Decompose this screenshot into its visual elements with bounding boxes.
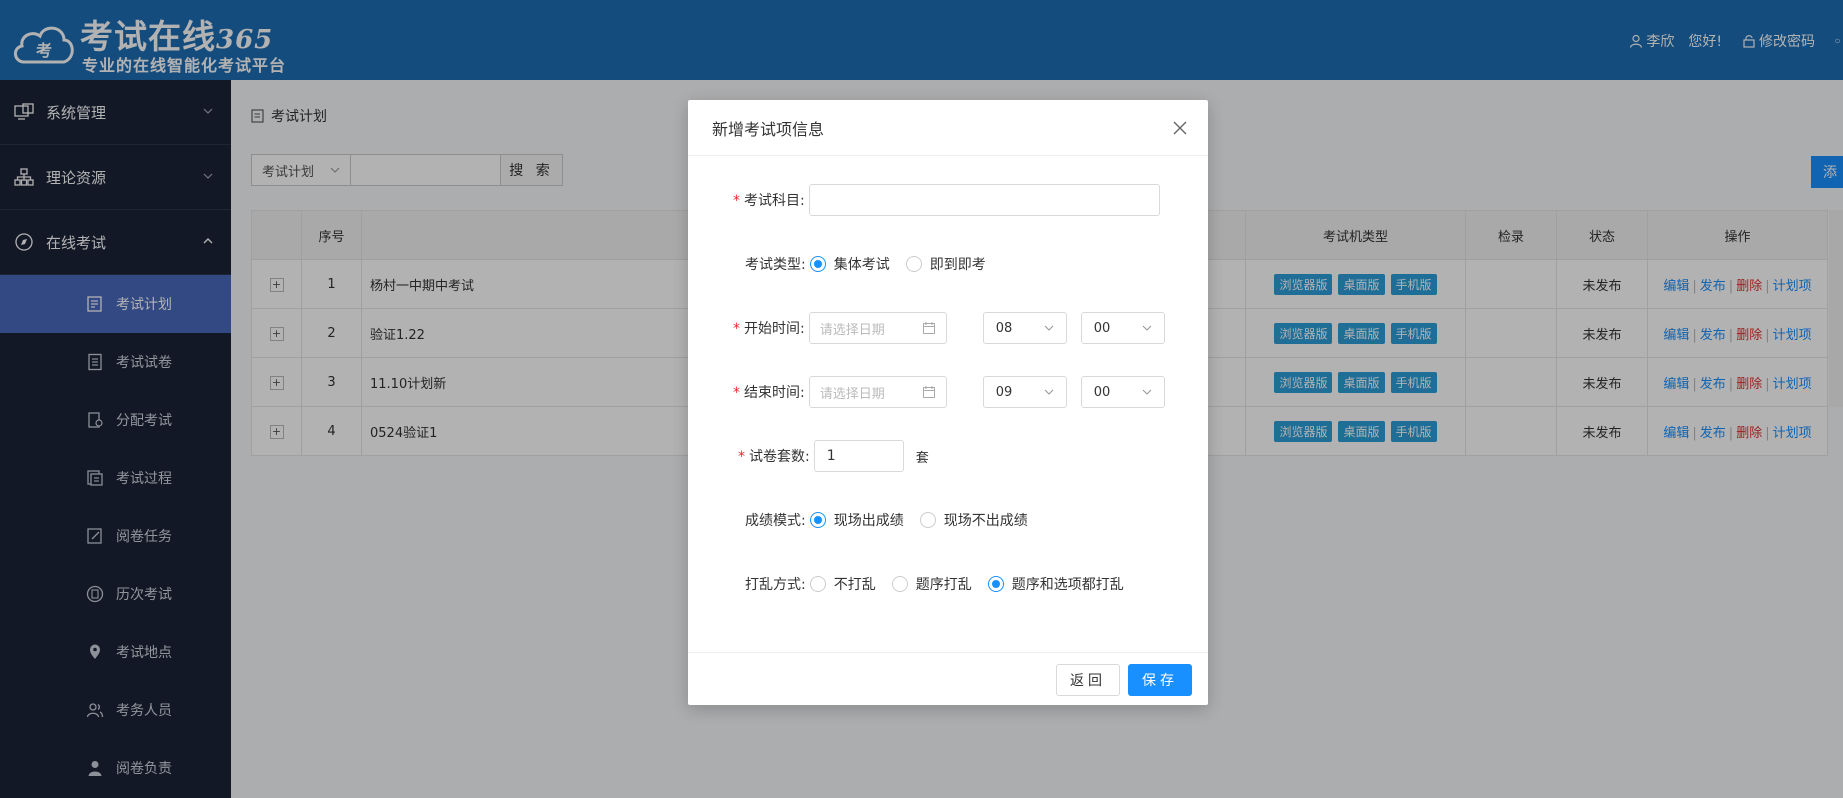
minute-value: 00	[1093, 384, 1111, 400]
radio-dot	[891, 576, 908, 592]
save-button[interactable]: 保存	[1128, 664, 1192, 696]
end-hour-select[interactable]: 09	[982, 376, 1067, 408]
back-button[interactable]: 返回	[1056, 664, 1120, 696]
subject-row: * 考试科目:	[733, 184, 1160, 216]
radio-label: 题序和选项都打乱	[1011, 577, 1124, 593]
end-minute-select[interactable]: 00	[1080, 376, 1165, 408]
radio-label: 即到即考	[929, 257, 986, 273]
exam-type-label: 考试类型:	[745, 257, 806, 273]
radio-dot	[809, 256, 826, 272]
radio-dot	[809, 512, 826, 528]
radio-label: 题序打乱	[915, 577, 972, 593]
date-placeholder: 请选择日期	[819, 322, 885, 338]
shuffle-radio-questions[interactable]: 题序打乱	[891, 574, 972, 594]
shuffle-row: 打乱方式: 不打乱 题序打乱 题序和选项都打乱	[745, 574, 1140, 594]
paper-count-unit: 套	[915, 450, 929, 466]
paper-count-input[interactable]: 1	[813, 440, 904, 472]
start-minute-select[interactable]: 00	[1080, 312, 1165, 344]
subject-label-text: 考试科目:	[744, 193, 805, 209]
radio-dot	[905, 256, 922, 272]
score-mode-row: 成绩模式: 现场出成绩 现场不出成绩	[745, 510, 1044, 530]
hour-value: 09	[995, 384, 1013, 400]
add-exam-item-dialog: 新增考试项信息 * 考试科目: 考试类型: 集体考试 即到即考 * 开始时间: 请选…	[688, 100, 1208, 705]
calendar-icon	[922, 322, 935, 334]
hour-value: 08	[995, 320, 1013, 336]
radio-label: 不打乱	[833, 577, 876, 593]
radio-dot	[919, 512, 936, 528]
chevron-down-icon	[1142, 389, 1152, 395]
calendar-icon	[922, 386, 935, 398]
paper-count-row: * 试卷套数: 1 套	[738, 440, 929, 472]
chevron-down-icon	[1044, 325, 1054, 331]
dialog-footer: 返回 保存	[688, 652, 1208, 705]
start-hour-select[interactable]: 08	[982, 312, 1067, 344]
paper-count-label: * 试卷套数:	[738, 449, 810, 465]
score-mode-radio-onsite[interactable]: 现场出成绩	[809, 510, 904, 530]
minute-value: 00	[1093, 320, 1111, 336]
radio-dot	[809, 576, 826, 592]
chevron-down-icon	[1044, 389, 1054, 395]
exam-type-row: 考试类型: 集体考试 即到即考	[745, 254, 1002, 274]
score-mode-label: 成绩模式:	[745, 513, 806, 529]
start-time-label-text: 开始时间:	[744, 321, 805, 337]
subject-label: * 考试科目:	[733, 193, 805, 209]
shuffle-label: 打乱方式:	[745, 577, 806, 593]
end-date-picker[interactable]: 请选择日期	[808, 376, 947, 408]
radio-label: 现场出成绩	[833, 513, 904, 529]
paper-count-label-text: 试卷套数:	[749, 449, 810, 465]
exam-type-radio-instant[interactable]: 即到即考	[905, 254, 986, 274]
radio-dot	[987, 576, 1004, 592]
shuffle-radio-questions-and-options[interactable]: 题序和选项都打乱	[987, 574, 1124, 594]
score-mode-radio-deferred[interactable]: 现场不出成绩	[919, 510, 1028, 530]
end-time-label: * 结束时间:	[733, 385, 805, 401]
start-time-label: * 开始时间:	[733, 321, 805, 337]
date-placeholder: 请选择日期	[819, 386, 885, 402]
start-time-row: * 开始时间: 请选择日期 08 00	[733, 312, 1165, 344]
subject-input[interactable]	[808, 184, 1160, 216]
close-icon[interactable]	[1172, 120, 1188, 136]
end-time-label-text: 结束时间:	[744, 385, 805, 401]
radio-label: 现场不出成绩	[943, 513, 1028, 529]
radio-label: 集体考试	[833, 257, 890, 273]
shuffle-radio-none[interactable]: 不打乱	[809, 574, 876, 594]
dialog-title: 新增考试项信息	[712, 119, 825, 139]
start-date-picker[interactable]: 请选择日期	[808, 312, 947, 344]
end-time-row: * 结束时间: 请选择日期 09 00	[733, 376, 1165, 408]
chevron-down-icon	[1142, 325, 1152, 331]
exam-type-radio-group[interactable]: 集体考试	[809, 254, 890, 274]
dialog-header: 新增考试项信息	[688, 100, 1208, 156]
